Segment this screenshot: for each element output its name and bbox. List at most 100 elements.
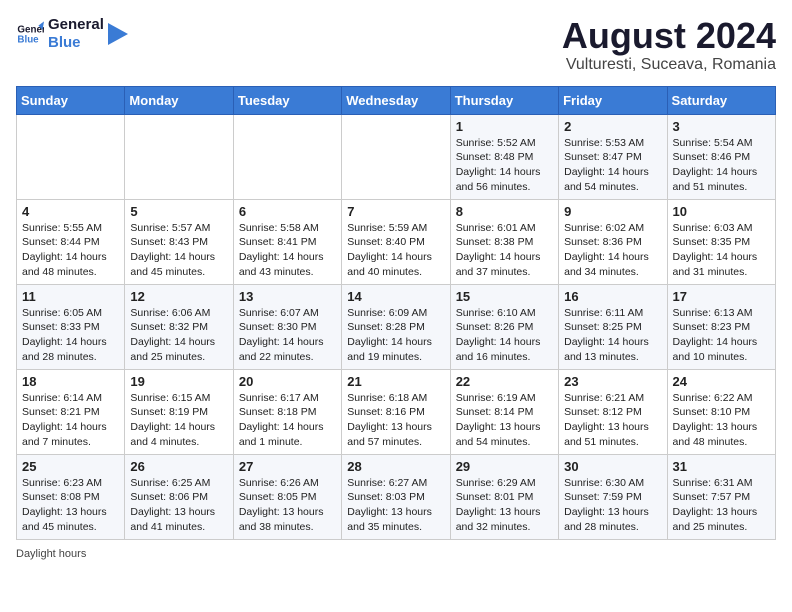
day-of-week-header: Monday [125,86,233,114]
day-number: 24 [673,374,770,389]
day-number: 23 [564,374,661,389]
calendar-cell: 27 Sunrise: 6:26 AM Sunset: 8:05 PM Dayli… [233,454,341,539]
day-number: 22 [456,374,553,389]
cell-info: Sunrise: 6:22 AM Sunset: 8:10 PM Dayligh… [673,391,770,450]
logo-general: General [48,16,104,34]
calendar-week-row: 1 Sunrise: 5:52 AM Sunset: 8:48 PM Daylig… [17,114,776,199]
calendar-cell [125,114,233,199]
cell-info: Sunrise: 5:55 AM Sunset: 8:44 PM Dayligh… [22,221,119,280]
day-number: 16 [564,289,661,304]
day-number: 13 [239,289,336,304]
cell-info: Sunrise: 6:05 AM Sunset: 8:33 PM Dayligh… [22,306,119,365]
calendar-cell [17,114,125,199]
day-number: 9 [564,204,661,219]
logo-arrow-icon [108,23,128,45]
calendar-cell: 8 Sunrise: 6:01 AM Sunset: 8:38 PM Daylig… [450,199,558,284]
calendar-cell: 25 Sunrise: 6:23 AM Sunset: 8:08 PM Dayli… [17,454,125,539]
calendar-cell: 15Sunrise: 6:10 AM Sunset: 8:26 PM Dayli… [450,284,558,369]
calendar-cell: 1 Sunrise: 5:52 AM Sunset: 8:48 PM Daylig… [450,114,558,199]
calendar-cell: 12 Sunrise: 6:06 AM Sunset: 8:32 PM Dayli… [125,284,233,369]
calendar-body: 1 Sunrise: 5:52 AM Sunset: 8:48 PM Daylig… [17,114,776,539]
day-number: 12 [130,289,227,304]
calendar-cell: 4 Sunrise: 5:55 AM Sunset: 8:44 PM Daylig… [17,199,125,284]
title-area: August 2024 Vulturesti, Suceava, Romania [562,16,776,74]
cell-info: Sunrise: 6:15 AM Sunset: 8:19 PM Dayligh… [130,391,227,450]
day-number: 25 [22,459,119,474]
cell-info: Sunrise: 5:52 AM Sunset: 8:48 PM Dayligh… [456,136,553,195]
day-of-week-header: Saturday [667,86,775,114]
page-header: General Blue General Blue August 2024 Vu… [16,16,776,74]
calendar-cell: 5Sunrise: 5:57 AM Sunset: 8:43 PM Daylig… [125,199,233,284]
calendar-cell: 24 Sunrise: 6:22 AM Sunset: 8:10 PM Dayli… [667,369,775,454]
cell-info: Sunrise: 6:21 AM Sunset: 8:12 PM Dayligh… [564,391,661,450]
day-number: 31 [673,459,770,474]
day-number: 2 [564,119,661,134]
calendar-cell: 17 Sunrise: 6:13 AM Sunset: 8:23 PM Dayli… [667,284,775,369]
day-of-week-header: Thursday [450,86,558,114]
cell-info: Sunrise: 6:19 AM Sunset: 8:14 PM Dayligh… [456,391,553,450]
day-number: 7 [347,204,444,219]
calendar-table: SundayMondayTuesdayWednesdayThursdayFrid… [16,86,776,540]
calendar-cell: 28 Sunrise: 6:27 AM Sunset: 8:03 PM Dayli… [342,454,450,539]
day-number: 27 [239,459,336,474]
cell-info: Sunrise: 6:07 AM Sunset: 8:30 PM Dayligh… [239,306,336,365]
calendar-cell [233,114,341,199]
calendar-cell: 7Sunrise: 5:59 AM Sunset: 8:40 PM Daylig… [342,199,450,284]
cell-info: Sunrise: 6:17 AM Sunset: 8:18 PM Dayligh… [239,391,336,450]
day-number: 3 [673,119,770,134]
calendar-cell: 11 Sunrise: 6:05 AM Sunset: 8:33 PM Dayli… [17,284,125,369]
calendar-header: SundayMondayTuesdayWednesdayThursdayFrid… [17,86,776,114]
cell-info: Sunrise: 6:14 AM Sunset: 8:21 PM Dayligh… [22,391,119,450]
day-number: 6 [239,204,336,219]
calendar-cell: 16 Sunrise: 6:11 AM Sunset: 8:25 PM Dayli… [559,284,667,369]
day-number: 5 [130,204,227,219]
calendar-cell: 22 Sunrise: 6:19 AM Sunset: 8:14 PM Dayli… [450,369,558,454]
day-number: 26 [130,459,227,474]
day-number: 30 [564,459,661,474]
calendar-cell: 26 Sunrise: 6:25 AM Sunset: 8:06 PM Dayli… [125,454,233,539]
calendar-cell: 21 Sunrise: 6:18 AM Sunset: 8:16 PM Dayli… [342,369,450,454]
cell-info: Sunrise: 6:27 AM Sunset: 8:03 PM Dayligh… [347,476,444,535]
calendar-cell: 23 Sunrise: 6:21 AM Sunset: 8:12 PM Dayli… [559,369,667,454]
day-number: 21 [347,374,444,389]
daylight-label: Daylight hours [16,548,86,560]
day-number: 1 [456,119,553,134]
cell-info: Sunrise: 6:13 AM Sunset: 8:23 PM Dayligh… [673,306,770,365]
location-subtitle: Vulturesti, Suceava, Romania [562,56,776,74]
calendar-week-row: 18Sunrise: 6:14 AM Sunset: 8:21 PM Dayli… [17,369,776,454]
header-row: SundayMondayTuesdayWednesdayThursdayFrid… [17,86,776,114]
day-number: 29 [456,459,553,474]
calendar-cell: 3 Sunrise: 5:54 AM Sunset: 8:46 PM Daylig… [667,114,775,199]
day-number: 4 [22,204,119,219]
calendar-cell: 30Sunrise: 6:30 AM Sunset: 7:59 PM Dayli… [559,454,667,539]
logo: General Blue General Blue [16,16,128,52]
day-number: 8 [456,204,553,219]
cell-info: Sunrise: 6:01 AM Sunset: 8:38 PM Dayligh… [456,221,553,280]
calendar-cell: 2 Sunrise: 5:53 AM Sunset: 8:47 PM Daylig… [559,114,667,199]
cell-info: Sunrise: 6:09 AM Sunset: 8:28 PM Dayligh… [347,306,444,365]
logo-icon: General Blue [16,20,44,48]
calendar-week-row: 25 Sunrise: 6:23 AM Sunset: 8:08 PM Dayli… [17,454,776,539]
calendar-cell: 9 Sunrise: 6:02 AM Sunset: 8:36 PM Daylig… [559,199,667,284]
cell-info: Sunrise: 5:54 AM Sunset: 8:46 PM Dayligh… [673,136,770,195]
calendar-cell: 14 Sunrise: 6:09 AM Sunset: 8:28 PM Dayli… [342,284,450,369]
cell-info: Sunrise: 6:18 AM Sunset: 8:16 PM Dayligh… [347,391,444,450]
cell-info: Sunrise: 5:53 AM Sunset: 8:47 PM Dayligh… [564,136,661,195]
calendar-cell: 10Sunrise: 6:03 AM Sunset: 8:35 PM Dayli… [667,199,775,284]
cell-info: Sunrise: 6:02 AM Sunset: 8:36 PM Dayligh… [564,221,661,280]
cell-info: Sunrise: 6:11 AM Sunset: 8:25 PM Dayligh… [564,306,661,365]
cell-info: Sunrise: 6:25 AM Sunset: 8:06 PM Dayligh… [130,476,227,535]
day-number: 11 [22,289,119,304]
footer: Daylight hours [16,548,776,560]
cell-info: Sunrise: 6:06 AM Sunset: 8:32 PM Dayligh… [130,306,227,365]
calendar-week-row: 11 Sunrise: 6:05 AM Sunset: 8:33 PM Dayli… [17,284,776,369]
day-number: 28 [347,459,444,474]
day-number: 17 [673,289,770,304]
cell-info: Sunrise: 6:10 AM Sunset: 8:26 PM Dayligh… [456,306,553,365]
calendar-cell: 13 Sunrise: 6:07 AM Sunset: 8:30 PM Dayli… [233,284,341,369]
day-number: 14 [347,289,444,304]
calendar-cell: 18Sunrise: 6:14 AM Sunset: 8:21 PM Dayli… [17,369,125,454]
cell-info: Sunrise: 6:26 AM Sunset: 8:05 PM Dayligh… [239,476,336,535]
day-number: 10 [673,204,770,219]
cell-info: Sunrise: 6:23 AM Sunset: 8:08 PM Dayligh… [22,476,119,535]
